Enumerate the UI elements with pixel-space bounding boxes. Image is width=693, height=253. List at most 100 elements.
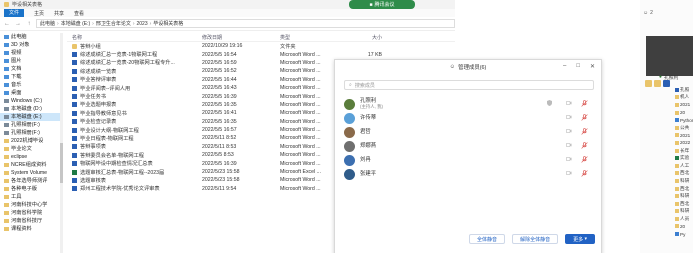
sidebar-item[interactable]: 河南科技中心学 [0,201,60,209]
search-icon: ⌕ [349,82,352,88]
file-row[interactable]: 答辩小组 2022/10/29 19:16 文件夹 [67,42,455,50]
desktop-item[interactable]: 公共 [675,124,693,132]
desktop-item[interactable]: 科研 [675,192,693,200]
desktop-item[interactable]: 20 [675,109,693,117]
minimize-icon[interactable]: – [563,63,566,70]
desktop-item[interactable]: Python [675,116,693,124]
breadcrumb-item[interactable]: 此电脑 [40,20,55,27]
maximize-icon[interactable]: □ [576,63,580,70]
camera-icon[interactable] [566,142,572,148]
sidebar-item[interactable]: eclipse [0,153,60,161]
sidebar-item[interactable]: 桌面 [0,89,60,97]
desktop-item[interactable]: 机人 [675,94,693,102]
member-row[interactable]: 郑娜燕 [344,139,594,153]
word-file-icon [72,135,77,141]
column-name[interactable]: 名称 [67,34,202,41]
sidebar-item[interactable]: 此电脑 [0,33,60,41]
breadcrumb-item[interactable]: 毕设相关表格 [153,20,183,27]
sidebar-scrollbar[interactable] [60,33,63,253]
camera-icon[interactable] [566,156,572,162]
desktop-item[interactable]: 科研 [675,208,693,216]
close-icon[interactable]: ✕ [590,63,595,70]
desktop-item[interactable]: 2022 [675,139,693,147]
mic-muted-icon[interactable] [581,170,588,177]
avatar [344,112,355,124]
camera-icon[interactable] [566,128,572,134]
column-date[interactable]: 修改日期 [202,34,280,41]
sidebar-item[interactable]: 各年选导师测评 [0,177,60,185]
sidebar-item[interactable]: 各种电子版 [0,185,60,193]
sidebar-item[interactable]: 本地磁盘 (E:) [0,113,60,121]
sidebar-item[interactable]: 音乐 [0,81,60,89]
member-search[interactable]: ⌕ 搜索成员 [344,80,594,90]
sidebar-item[interactable]: Windows (C:) [0,97,60,105]
breadcrumb-item[interactable]: 本地磁盘 (E:) [61,20,90,27]
desktop-item[interactable]: 西北 [675,170,693,178]
breadcrumb[interactable]: 此电脑 › 本地磁盘 (E:) › 邢卫生合年论文 › 2023 › 毕设相关表格 [36,19,455,28]
sidebar-item[interactable]: 孔照相册(F:) [0,129,60,137]
desktop-item[interactable]: 长年 [675,147,693,155]
back-icon[interactable]: ← [3,21,11,27]
document-icon[interactable] [663,79,670,87]
video-tile[interactable] [646,36,693,76]
tab-share[interactable]: 共享 [54,10,64,17]
sidebar-item[interactable]: NCRE组成资料 [0,161,60,169]
mic-muted-icon[interactable] [581,100,588,107]
member-row[interactable]: 张建平 [344,167,594,181]
sidebar-item[interactable]: 图片 [0,57,60,65]
desktop-item[interactable]: 科研 [675,177,693,185]
desktop-item[interactable]: 2021 [675,132,693,140]
desktop-item[interactable]: 2021 [675,101,693,109]
desktop-item[interactable]: 人员 [675,215,693,223]
meeting-indicator[interactable]: ■ 腾讯会议 [349,0,415,9]
mute-all-button[interactable]: 全体静音 [469,234,506,244]
sidebar-item[interactable]: 2022机博毕设 [0,137,60,145]
camera-icon[interactable] [566,114,572,120]
desktop-item[interactable]: 人工 [675,162,693,170]
tab-home[interactable]: 主页 [34,10,44,17]
sidebar-item[interactable]: 3D 对象 [0,41,60,49]
breadcrumb-item[interactable]: 邢卫生合年论文 [96,20,131,27]
member-row[interactable]: 君哲 [344,125,594,139]
column-type[interactable]: 类型 [280,34,342,41]
camera-icon[interactable] [566,100,572,106]
desktop-item[interactable]: 西北 [675,200,693,208]
sidebar-item[interactable]: 河南省科技厅 [0,217,60,225]
desktop-item[interactable]: 实验 [675,154,693,162]
mic-muted-icon[interactable] [581,142,588,149]
sidebar-item[interactable]: 视频 [0,49,60,57]
sidebar-item[interactable]: 文档 [0,65,60,73]
unmute-all-button[interactable]: 解除全体静音 [512,234,559,244]
desktop-item[interactable]: 20 [675,223,693,231]
sidebar-item[interactable]: 毕业论文 [0,145,60,153]
desktop-item[interactable]: 西北 [675,185,693,193]
tab-file[interactable]: 文件 [4,9,25,17]
member-name: 郑娜燕 [360,143,377,149]
sidebar-item[interactable]: System Volume [0,169,60,177]
member-row[interactable]: 许传蒂 [344,111,594,125]
breadcrumb-item[interactable]: 2023 [137,21,148,27]
camera-icon[interactable] [566,170,572,176]
folder-icon [72,43,77,49]
column-size[interactable]: 大小 [342,34,382,41]
desktop-item[interactable]: 孔照 [675,86,693,94]
sidebar-item[interactable]: 孔照相册(F:) [0,121,60,129]
up-icon[interactable]: ↑ [25,21,33,27]
desktop-item[interactable]: Py [675,230,693,238]
more-button[interactable]: 更多 ▾ [565,234,595,244]
folder-icon[interactable] [654,79,661,87]
sidebar-item[interactable]: 课程资料 [0,225,60,233]
sidebar-item[interactable]: 河南省科学院 [0,209,60,217]
member-row[interactable]: 刘冉 [344,153,594,167]
folder-icon[interactable] [645,79,652,87]
file-row[interactable]: 综述成绩汇总一览表-1物联网工程 2022/5/5 16:54 Microsoft … [67,50,455,58]
forward-icon[interactable]: → [14,21,22,27]
member-row[interactable]: 孔照利 (主持人, 我) [344,97,594,111]
mic-muted-icon[interactable] [581,156,588,163]
sidebar-item[interactable]: 工具 [0,193,60,201]
mic-muted-icon[interactable] [581,128,588,135]
sidebar-item[interactable]: 本地磁盘 (D:) [0,105,60,113]
mic-muted-icon[interactable] [581,114,588,121]
sidebar-item[interactable]: 下载 [0,73,60,81]
tab-view[interactable]: 查看 [74,10,84,17]
